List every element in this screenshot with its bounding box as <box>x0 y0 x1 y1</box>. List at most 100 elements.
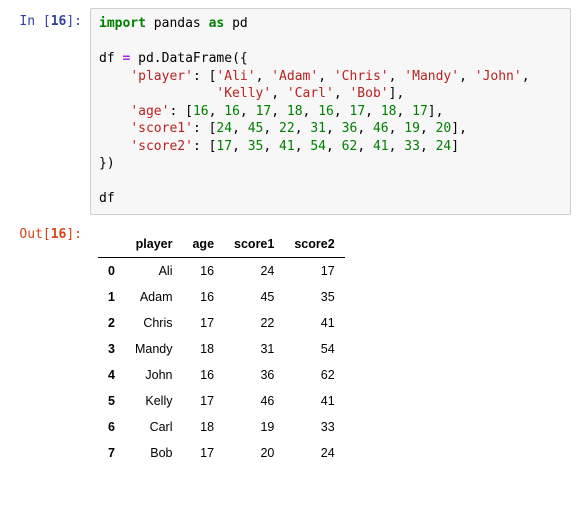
code-age-5: 17 <box>350 104 366 119</box>
code-player-0: 'Ali' <box>216 69 255 84</box>
table-header-row: player age score1 score2 <box>98 231 345 258</box>
code-age-7: 17 <box>412 104 428 119</box>
cell: 54 <box>284 336 344 362</box>
cell: 45 <box>224 284 284 310</box>
code-alias: pd <box>232 16 248 31</box>
cell: 41 <box>284 310 344 336</box>
code-var: df <box>99 51 115 66</box>
code-s2-3: 54 <box>310 139 326 154</box>
code-open: ({ <box>232 51 248 66</box>
code-s1-7: 20 <box>436 121 452 136</box>
table-row: 7 Bob 17 20 24 <box>98 440 345 466</box>
cell: Kelly <box>125 388 183 414</box>
code-key-player: 'player' <box>130 69 193 84</box>
cell: 31 <box>224 336 284 362</box>
table-corner <box>98 231 125 258</box>
code-age-4: 16 <box>318 104 334 119</box>
cell: 16 <box>182 284 224 310</box>
cell: Carl <box>125 414 183 440</box>
code-s1-6: 19 <box>404 121 420 136</box>
cell: 35 <box>284 284 344 310</box>
cell: 24 <box>224 258 284 285</box>
code-s1-0: 24 <box>216 121 232 136</box>
code-player-6: 'Carl' <box>287 86 334 101</box>
input-prompt: In [16]: <box>0 8 90 34</box>
in-prompt-prefix: In [ <box>19 14 50 29</box>
col-header-score1: score1 <box>224 231 284 258</box>
code-call: pd.DataFrame <box>138 51 232 66</box>
cell: 17 <box>182 440 224 466</box>
cell: 24 <box>284 440 344 466</box>
code-module: pandas <box>154 16 201 31</box>
row-index: 7 <box>98 440 125 466</box>
code-s2-5: 41 <box>373 139 389 154</box>
code-age-2: 17 <box>256 104 272 119</box>
in-prompt-number: 16 <box>51 14 67 29</box>
cell: 16 <box>182 362 224 388</box>
cell: 17 <box>182 310 224 336</box>
cell: 41 <box>284 388 344 414</box>
code-key-age: 'age' <box>130 104 169 119</box>
cell: 18 <box>182 414 224 440</box>
row-index: 4 <box>98 362 125 388</box>
out-prompt-number: 16 <box>51 227 67 242</box>
cell: John <box>125 362 183 388</box>
code-s2-7: 24 <box>436 139 452 154</box>
cell: Bob <box>125 440 183 466</box>
table-row: 1 Adam 16 45 35 <box>98 284 345 310</box>
cell: 36 <box>224 362 284 388</box>
cell: 19 <box>224 414 284 440</box>
in-prompt-suffix: ]: <box>66 14 82 29</box>
input-cell: In [16]: import pandas as pd df = pd.Dat… <box>0 8 581 215</box>
out-prompt-suffix: ]: <box>66 227 82 242</box>
row-index: 0 <box>98 258 125 285</box>
cell: 33 <box>284 414 344 440</box>
code-s2-6: 33 <box>404 139 420 154</box>
code-age-0: 16 <box>193 104 209 119</box>
output-cell: Out[16]: player age score1 score2 0 Ali … <box>0 221 581 466</box>
code-s1-2: 22 <box>279 121 295 136</box>
col-header-player: player <box>125 231 183 258</box>
table-row: 0 Ali 16 24 17 <box>98 258 345 285</box>
cell: 22 <box>224 310 284 336</box>
code-s2-2: 41 <box>279 139 295 154</box>
code-s1-3: 31 <box>310 121 326 136</box>
cell: 18 <box>182 336 224 362</box>
cell: Mandy <box>125 336 183 362</box>
cell: 20 <box>224 440 284 466</box>
row-index: 1 <box>98 284 125 310</box>
table-row: 5 Kelly 17 46 41 <box>98 388 345 414</box>
col-header-age: age <box>182 231 224 258</box>
code-player-2: 'Chris' <box>334 69 389 84</box>
code-player-3: 'Mandy' <box>404 69 459 84</box>
table-row: 6 Carl 18 19 33 <box>98 414 345 440</box>
row-index: 3 <box>98 336 125 362</box>
code-age-3: 18 <box>287 104 303 119</box>
code-player-7: 'Bob' <box>349 86 388 101</box>
row-index: 2 <box>98 310 125 336</box>
cell: 17 <box>182 388 224 414</box>
dataframe-table: player age score1 score2 0 Ali 16 24 17 … <box>98 231 345 466</box>
cell: Adam <box>125 284 183 310</box>
col-header-score2: score2 <box>284 231 344 258</box>
code-age-1: 16 <box>224 104 240 119</box>
output-area: player age score1 score2 0 Ali 16 24 17 … <box>90 221 581 466</box>
code-equals: = <box>122 51 130 66</box>
table-row: 4 John 16 36 62 <box>98 362 345 388</box>
row-index: 5 <box>98 388 125 414</box>
code-keyword-as: as <box>209 16 225 31</box>
table-row: 2 Chris 17 22 41 <box>98 310 345 336</box>
row-index: 6 <box>98 414 125 440</box>
table-row: 3 Mandy 18 31 54 <box>98 336 345 362</box>
code-s2-0: 17 <box>216 139 232 154</box>
code-key-score2: 'score2' <box>130 139 193 154</box>
cell: 17 <box>284 258 344 285</box>
code-s1-1: 45 <box>248 121 264 136</box>
cell: 16 <box>182 258 224 285</box>
code-editor[interactable]: import pandas as pd df = pd.DataFrame({ … <box>90 8 571 215</box>
cell: Ali <box>125 258 183 285</box>
code-player-1: 'Adam' <box>271 69 318 84</box>
code-s1-5: 46 <box>373 121 389 136</box>
code-player-4: 'John' <box>475 69 522 84</box>
code-s2-4: 62 <box>342 139 358 154</box>
